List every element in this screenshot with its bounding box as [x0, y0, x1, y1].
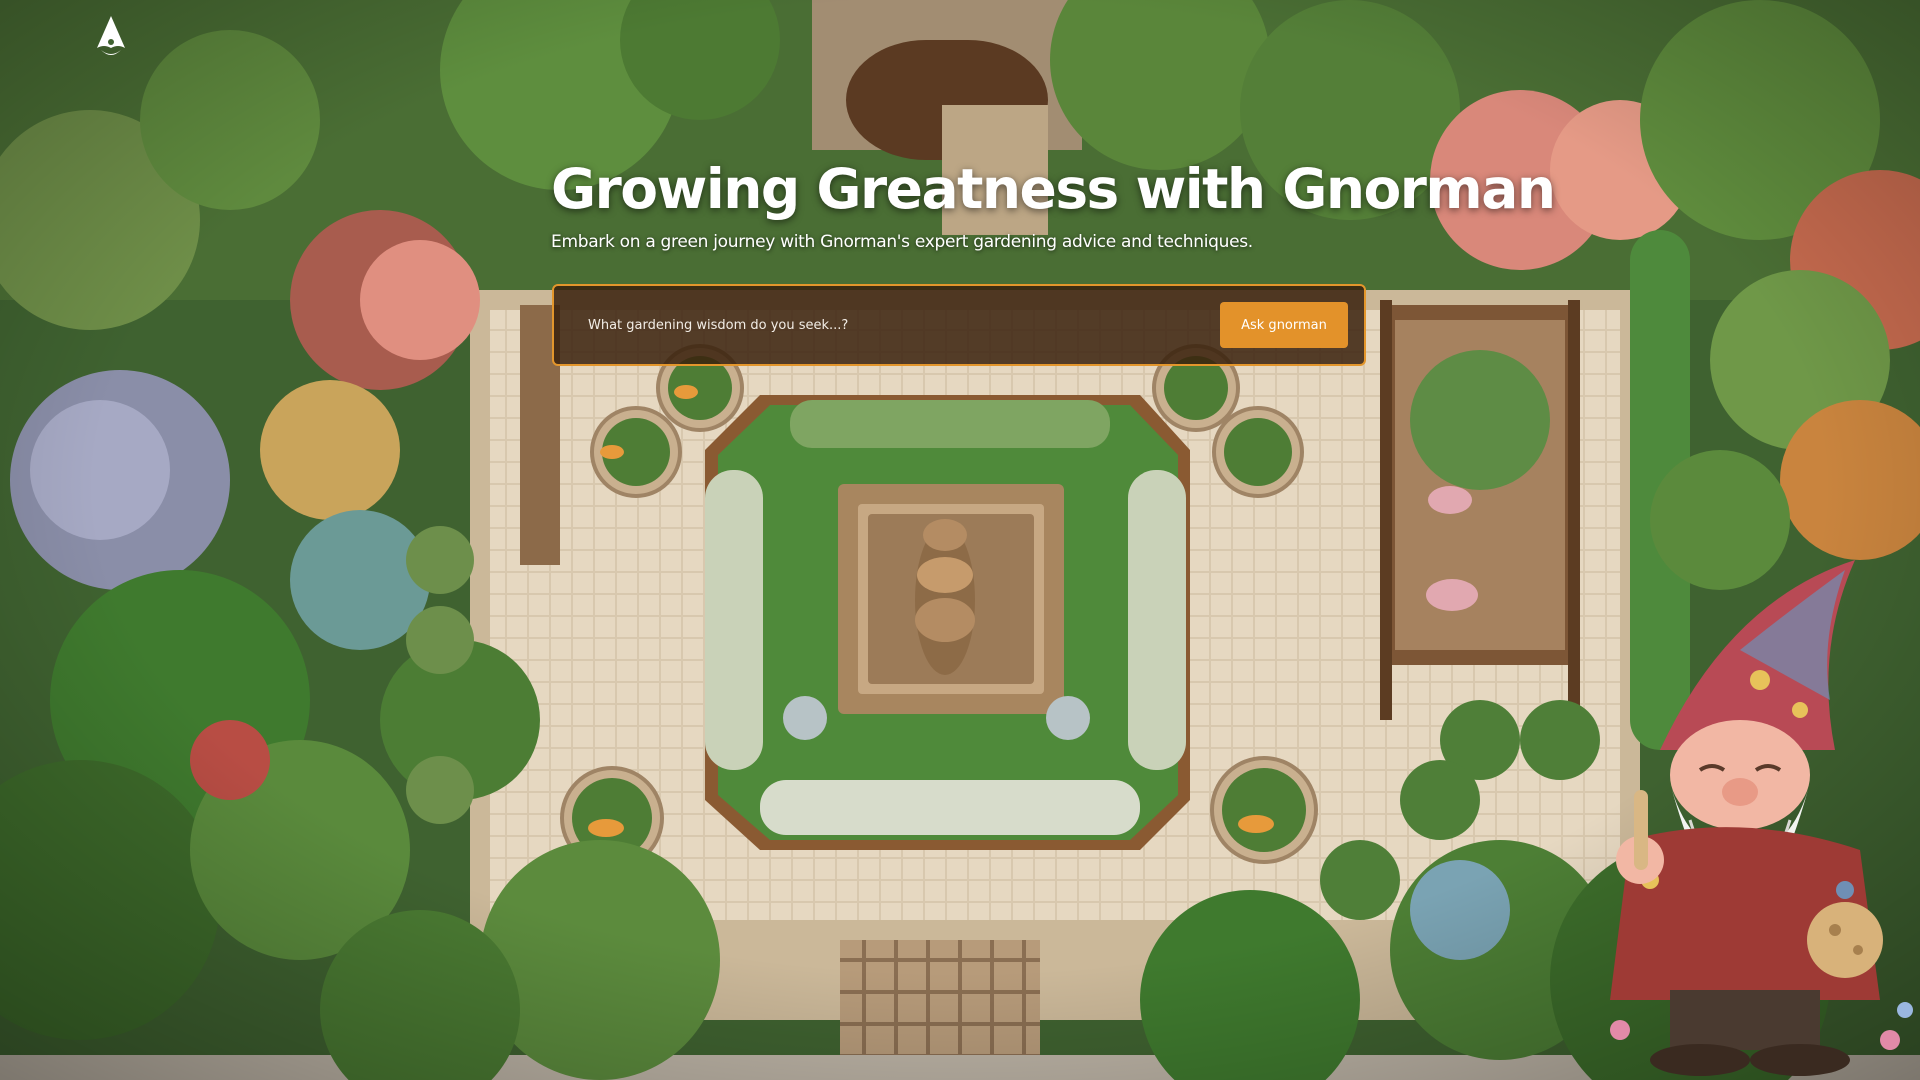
page-subtitle: Embark on a green journey with Gnorman's…: [551, 232, 1253, 252]
ask-gnorman-button[interactable]: Ask gnorman: [1220, 302, 1348, 348]
hero-section: Growing Greatness with Gnorman Embark on…: [551, 152, 1556, 252]
ask-form: Ask gnorman: [552, 284, 1366, 366]
question-input[interactable]: [586, 304, 1220, 346]
gnome-mascot-image: [1610, 560, 1913, 1076]
landing-page: Growing Greatness with Gnorman Embark on…: [0, 0, 1920, 1080]
gnome-hat-logo-icon[interactable]: [92, 14, 130, 58]
page-title: Growing Greatness with Gnorman: [551, 157, 1556, 221]
